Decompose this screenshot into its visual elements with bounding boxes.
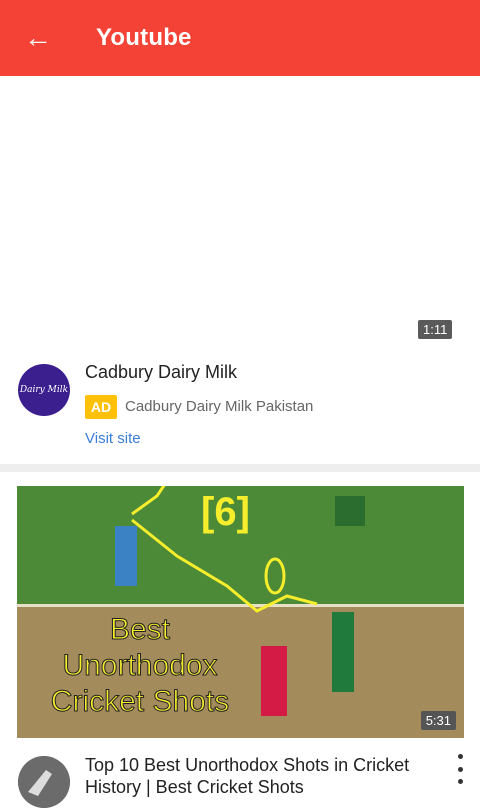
ad-avatar-logo-text: Dairy Milk (19, 385, 69, 395)
ad-title[interactable]: Cadbury Dairy Milk (85, 362, 237, 383)
app-bar: ← Youtube (0, 0, 480, 76)
video-title[interactable]: Top 10 Best Unorthodox Shots in Cricket … (85, 754, 430, 798)
ad-video-duration: 1:11 (418, 320, 453, 339)
ad-video-player[interactable]: 1:11 (0, 76, 480, 346)
more-vert-icon[interactable] (452, 754, 468, 784)
page-title: Youtube (96, 24, 192, 51)
video-thumbnail[interactable]: [6] Best Unorthodox Cricket Shots 5:31 (17, 486, 464, 738)
arrow-left-icon[interactable]: ← (22, 22, 54, 54)
video-duration: 5:31 (420, 711, 456, 730)
ad-card[interactable]: Dairy Milk Cadbury Dairy Milk AD Cadbury… (0, 350, 480, 462)
thumb-overlay-text: Best Unorthodox Cricket Shots (50, 613, 230, 719)
channel-avatar[interactable] (18, 756, 70, 808)
ad-channel-avatar[interactable]: Dairy Milk (18, 364, 70, 416)
section-divider (0, 464, 480, 472)
thumb-shot-number: [6] (201, 490, 250, 534)
visit-site-link[interactable]: Visit site (85, 430, 141, 447)
ad-channel-name: Cadbury Dairy Milk Pakistan (125, 398, 314, 415)
ad-badge: AD (85, 395, 117, 419)
video-info-row[interactable]: Top 10 Best Unorthodox Shots in Cricket … (0, 748, 480, 808)
